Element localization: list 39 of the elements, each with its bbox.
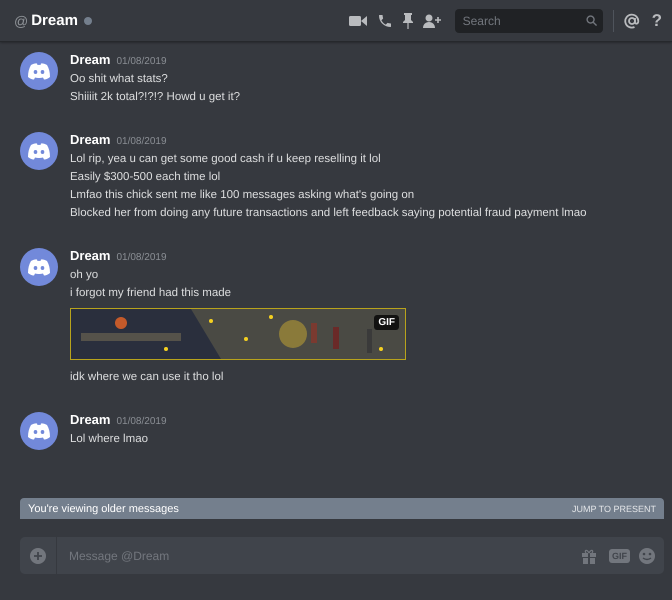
controller-logo-icon [27, 142, 51, 160]
message-text: i forgot my friend had this made [70, 286, 232, 301]
message-text: Easily $300-500 each time lol [70, 170, 222, 185]
avatar[interactable] [20, 132, 58, 170]
message-text: idk where we can use it tho lol [70, 370, 224, 385]
message-text: Shiiiit 2k total?!?!? Howd u get it? [70, 90, 240, 105]
message-text: Lol rip, yea u can get some good cash if u keep reselling it lol [70, 152, 382, 167]
message-text: oh yo [70, 268, 100, 283]
add-friend-icon[interactable] [422, 14, 441, 28]
search-icon [586, 15, 597, 26]
gif-badge: GIF [374, 315, 399, 330]
controller-logo-icon [27, 62, 51, 80]
controller-logo-icon [27, 422, 51, 440]
controller-logo-icon [27, 258, 51, 276]
timestamp: 01/08/2019 [116, 136, 167, 147]
mention-icon[interactable] [624, 12, 640, 28]
author-name[interactable]: Dream [70, 412, 110, 427]
timestamp: 01/08/2019 [116, 252, 167, 263]
avatar[interactable] [20, 248, 58, 286]
pin-icon[interactable] [402, 12, 413, 28]
video-camera-icon[interactable] [348, 14, 367, 26]
phone-icon[interactable] [376, 12, 393, 28]
timestamp: 01/08/2019 [116, 56, 167, 67]
author-name[interactable]: Dream [70, 52, 110, 67]
at-sign: @ [14, 12, 28, 28]
message-text: Lmfao this chick sent me like 100 messages asking what's going on [70, 188, 416, 203]
older-messages-text: You're viewing older messages [28, 502, 179, 514]
search-box[interactable]: Search [454, 8, 603, 32]
search-field[interactable]: Search [460, 12, 586, 28]
avatar[interactable] [20, 52, 58, 90]
timestamp: 01/08/2019 [116, 416, 167, 427]
message-text: Lol where lmao [70, 432, 149, 447]
avatar[interactable] [20, 412, 58, 450]
message-text: Blocked her from doing any future transactions and left feedback saying potential fraud payment lmao [70, 206, 587, 221]
message-text: Oo shit what stats? [70, 72, 169, 87]
author-name[interactable]: Dream [70, 248, 110, 263]
author-name[interactable]: Dream [70, 132, 110, 147]
channel-title: Dream [31, 12, 78, 29]
help-button[interactable]: ? [652, 10, 662, 30]
